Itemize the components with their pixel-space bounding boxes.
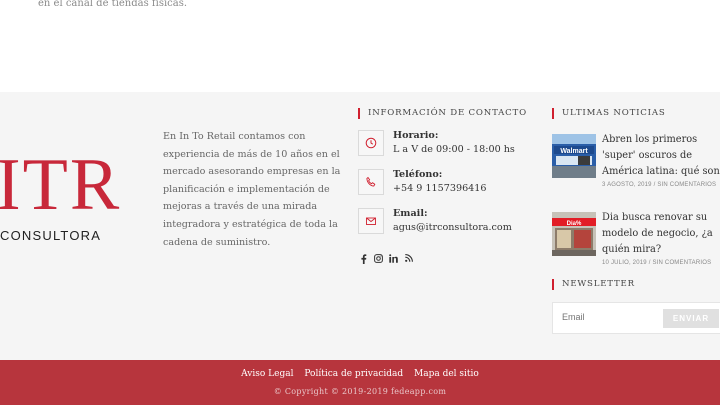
news-headline[interactable]: Dia busca renovar su modelo de negocio, …: [602, 210, 720, 258]
envelope-icon: [358, 208, 384, 234]
news-date: 10 JULIO, 2019: [602, 260, 647, 266]
social-links: [359, 254, 413, 264]
news-meta: 3 AGOSTO, 2019 / SIN COMENTARIOS: [602, 182, 717, 188]
logo-subtitle: CONSULTORA: [0, 228, 102, 243]
news-thumbnail-walmart[interactable]: Walmart: [552, 134, 596, 178]
news-item[interactable]: Walmart Abren los primeros 'super' oscur…: [552, 132, 720, 188]
page-content-tail: en el canal de tiendas físicas.: [0, 0, 720, 92]
footer-bar: Aviso Legal Política de privacidad Mapa …: [0, 360, 720, 405]
news-comments[interactable]: SIN COMENTARIOS: [657, 182, 716, 188]
newsletter-heading: NEWSLETTER: [552, 279, 635, 290]
contact-heading: INFORMACIÓN DE CONTACTO: [358, 108, 527, 119]
copyright: © Copyright © 2019-2019 fedeapp.com: [273, 387, 447, 396]
email-value[interactable]: agus@itrconsultora.com: [393, 222, 512, 233]
instagram-icon[interactable]: [374, 254, 383, 264]
news-thumbnail-dia[interactable]: Dia%: [552, 212, 596, 256]
sitemap-link[interactable]: Mapa del sitio: [414, 369, 479, 379]
footer-links: Aviso Legal Política de privacidad Mapa …: [0, 369, 720, 379]
contact-hours: Horario: L a V de 09:00 - 18:00 hs: [358, 130, 538, 158]
contact-email: Email: agus@itrconsultora.com: [358, 208, 538, 236]
article-text-fragment: en el canal de tiendas físicas.: [38, 0, 188, 9]
svg-text:Walmart: Walmart: [560, 148, 588, 155]
footer: ITR CONSULTORA En In To Retail contamos …: [0, 92, 720, 360]
facebook-icon[interactable]: [359, 254, 368, 264]
hours-label: Horario:: [393, 130, 439, 141]
news-comments[interactable]: SIN COMENTARIOS: [652, 260, 711, 266]
news-date: 3 AGOSTO, 2019: [602, 182, 652, 188]
rss-icon[interactable]: [404, 254, 413, 264]
about-text: En In To Retail contamos con experiencia…: [163, 131, 341, 248]
news-heading: ULTIMAS NOTICIAS: [552, 108, 666, 119]
newsletter-form: ENVIAR: [552, 302, 720, 334]
legal-link[interactable]: Aviso Legal: [241, 369, 293, 379]
clock-icon: [358, 130, 384, 156]
news-meta: 10 JULIO, 2019 / SIN COMENTARIOS: [602, 260, 712, 266]
phone-value[interactable]: +54 9 1157396416: [393, 183, 487, 194]
logo-mark: ITR: [0, 144, 122, 226]
privacy-link[interactable]: Política de privacidad: [304, 369, 403, 379]
phone-icon: [358, 169, 384, 195]
svg-text:Dia%: Dia%: [567, 221, 582, 227]
phone-label: Teléfono:: [393, 169, 443, 180]
hours-value: L a V de 09:00 - 18:00 hs: [393, 144, 515, 155]
newsletter-submit-button[interactable]: ENVIAR: [663, 309, 719, 328]
news-headline[interactable]: Abren los primeros 'super' oscuros de Am…: [602, 132, 720, 180]
itr-logo[interactable]: ITR CONSULTORA: [0, 148, 130, 248]
newsletter-email-input[interactable]: [562, 312, 652, 322]
email-label: Email:: [393, 208, 428, 219]
news-item[interactable]: Dia% Dia busca renovar su modelo de nego…: [552, 210, 720, 266]
contact-phone: Teléfono: +54 9 1157396416: [358, 169, 538, 197]
linkedin-icon[interactable]: [389, 254, 398, 264]
